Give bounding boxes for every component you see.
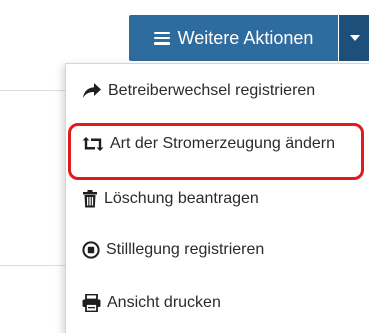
menu-item-register-shutdown[interactable]: Stilllegung registrieren — [82, 241, 264, 259]
more-actions-label: Weitere Aktionen — [177, 27, 314, 48]
stop-circle-icon — [82, 241, 100, 259]
menu-item-label: Betreiberwechsel registrieren — [108, 82, 316, 99]
share-arrow-icon — [82, 82, 102, 100]
menu-item-label: Stilllegung registrieren — [106, 241, 265, 258]
print-icon — [82, 294, 101, 312]
list-icon — [153, 31, 170, 45]
more-actions-dropdown-toggle[interactable] — [339, 15, 369, 61]
menu-item-operator-change[interactable]: Betreiberwechsel registrieren — [82, 82, 315, 100]
background-divider — [0, 265, 66, 266]
caret-down-icon — [349, 35, 360, 41]
menu-item-label: Löschung beantragen — [104, 190, 259, 207]
more-actions-dropdown-menu: Betreiberwechsel registrieren Art der St… — [65, 63, 369, 333]
more-actions-button[interactable]: Weitere Aktionen — [129, 15, 338, 61]
more-actions-button-group: Weitere Aktionen — [129, 15, 369, 61]
menu-item-print-view[interactable]: Ansicht drucken — [82, 294, 221, 312]
background-divider — [0, 90, 66, 91]
trash-icon — [82, 190, 98, 208]
menu-item-request-deletion[interactable]: Löschung beantragen — [82, 190, 259, 208]
page: Weitere Aktionen Betreiberwechsel regist… — [0, 0, 369, 333]
highlight-annotation — [68, 123, 364, 180]
menu-item-label: Ansicht drucken — [107, 294, 221, 311]
